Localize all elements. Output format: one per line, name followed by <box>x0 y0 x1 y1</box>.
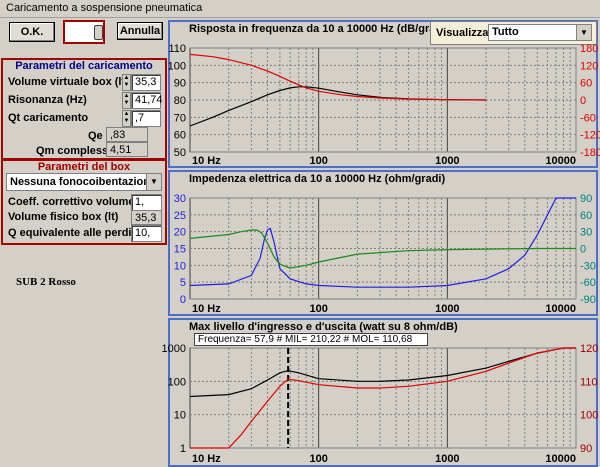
y-tick-label-left: 25 <box>174 210 186 222</box>
y-tick-label-right: -30 <box>580 260 596 272</box>
y-tick-label-left: 90 <box>174 78 186 90</box>
y-tick-label-right: 60 <box>580 78 592 90</box>
y-tick-label-left: 30 <box>174 193 186 205</box>
x-tick-label: 100 <box>309 155 327 167</box>
plot-area-3 <box>189 347 577 449</box>
x-tick-label: 10000 <box>545 303 576 315</box>
x-tick-label: 10 Hz <box>192 453 221 465</box>
y-tick-label-left: 15 <box>174 244 186 256</box>
y-tick-label-right: -60 <box>580 112 596 124</box>
readout-annotation: Frequenza= 57,9 # MIL= 210,22 # MOL= 110… <box>194 333 428 346</box>
x-tick-label: 100 <box>309 303 327 315</box>
x-tick-label: 1000 <box>435 155 459 167</box>
y-tick-label-left: 70 <box>174 112 186 124</box>
y-tick-label-left: 10 <box>174 410 186 422</box>
x-tick-label: 10000 <box>545 155 576 167</box>
x-tick-label: 1000 <box>435 453 459 465</box>
y-tick-label-right: -180 <box>580 147 600 159</box>
y-tick-label-right: 60 <box>580 210 592 222</box>
y-tick-label-left: 50 <box>174 147 186 159</box>
y-tick-label-right: 90 <box>580 443 592 455</box>
x-tick-label: 10 Hz <box>192 155 221 167</box>
charts-canvas: 1101009080706050180120600-60-120-18010 H… <box>162 43 600 465</box>
y-tick-label-left: 110 <box>168 43 186 55</box>
y-tick-label-right: 100 <box>580 410 598 422</box>
y-tick-label-left: 5 <box>180 277 186 289</box>
y-tick-label-left: 20 <box>174 227 186 239</box>
y-tick-label-right: 180 <box>580 43 598 55</box>
y-tick-label-left: 60 <box>174 130 186 142</box>
y-tick-label-right: -90 <box>580 294 596 306</box>
y-tick-label-right: 120 <box>580 60 598 72</box>
x-tick-label: 10000 <box>545 453 576 465</box>
y-tick-label-right: 90 <box>580 193 592 205</box>
y-tick-label-right: 0 <box>580 244 586 256</box>
x-tick-label: 100 <box>309 453 327 465</box>
y-tick-label-right: 0 <box>580 95 586 107</box>
y-tick-label-left: 100 <box>168 60 186 72</box>
y-tick-label-left: 1000 <box>162 343 186 355</box>
y-tick-label-right: 120 <box>580 343 598 355</box>
y-tick-label-left: 10 <box>174 260 186 272</box>
y-tick-label-right: 110 <box>580 376 598 388</box>
x-tick-label: 1000 <box>435 303 459 315</box>
y-tick-label-left: 1 <box>180 443 186 455</box>
y-tick-label-right: -120 <box>580 130 600 142</box>
y-tick-label-right: -60 <box>580 277 596 289</box>
y-tick-label-left: 100 <box>168 376 186 388</box>
y-tick-label-left: 0 <box>180 294 186 306</box>
y-tick-label-left: 80 <box>174 95 186 107</box>
x-tick-label: 10 Hz <box>192 303 221 315</box>
y-tick-label-right: 30 <box>580 227 592 239</box>
